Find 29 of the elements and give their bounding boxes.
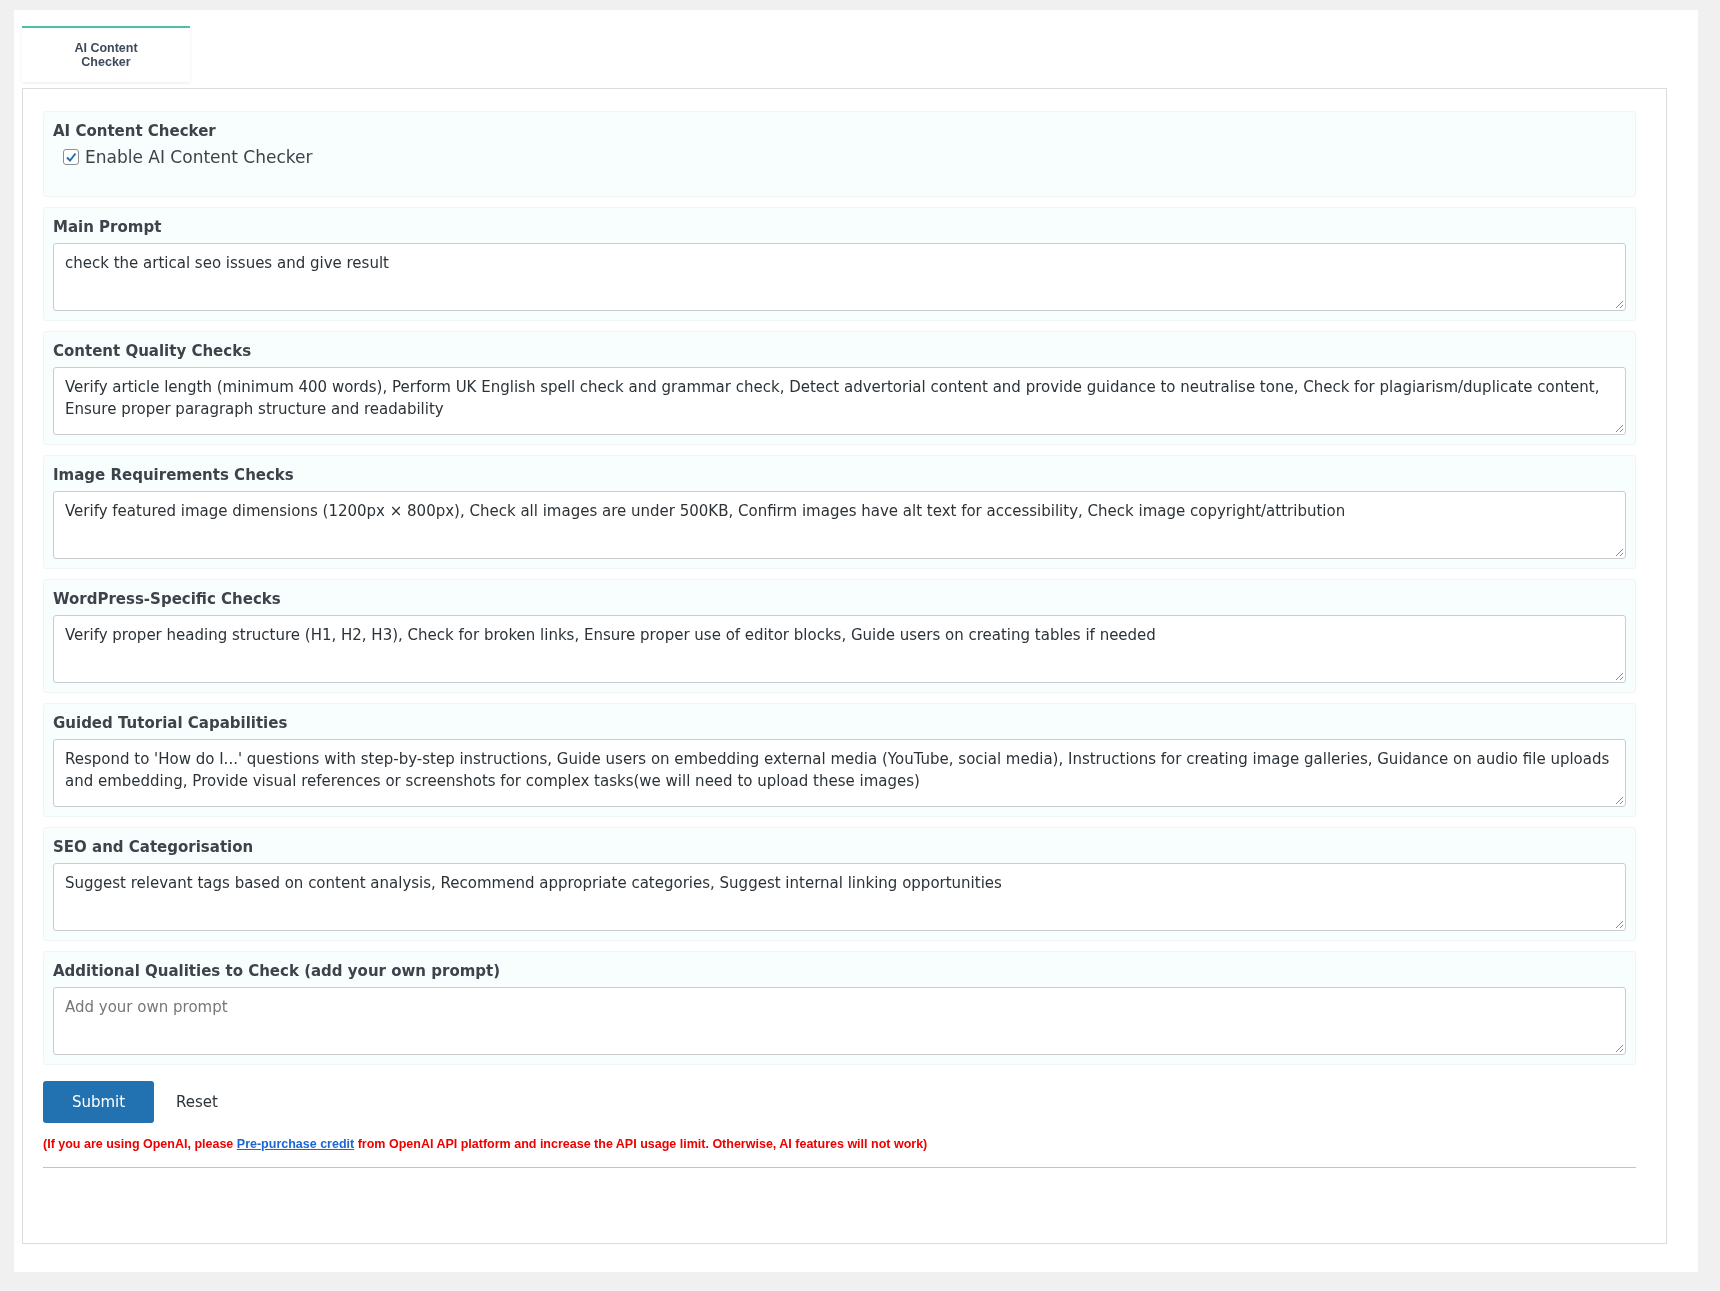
section-title: Additional Qualities to Check (add your own prompt) <box>53 961 502 981</box>
section-title: Content Quality Checks <box>53 341 253 361</box>
enable-checkbox[interactable] <box>63 149 79 165</box>
checkbox-label[interactable]: Enable AI Content Checker <box>85 147 313 167</box>
resize-grip-icon[interactable] <box>1615 1044 1624 1053</box>
prompt-textarea[interactable]: Suggest relevant tags based on content analysis, Recommend appropriate categories, Suggest internal linking opportunities <box>53 863 1626 931</box>
resize-grip-icon[interactable] <box>1615 920 1624 929</box>
section-title: Guided Tutorial Capabilities <box>53 713 289 733</box>
resize-grip-icon[interactable] <box>1615 548 1624 557</box>
section-title: SEO and Categorisation <box>53 837 255 857</box>
section-title: Main Prompt <box>53 217 163 237</box>
prompt-textarea[interactable]: Verify article length (minimum 400 words), Perform UK English spell check and grammar check, Detect advertorial content and provide guidance to neutralise tone, Check for plagiarism/duplicate content, Ensure proper paragraph structure and readability <box>53 367 1626 435</box>
resize-grip-icon[interactable] <box>1615 300 1624 309</box>
prompt-textarea[interactable]: Respond to 'How do I...' questions with step-by-step instructions, Guide users on embedding external media (YouTube, social media), Instructions for creating image galleries, Guidance on audio file uploads and embedding, Provide visual references or screenshots for complex tasks(we will need to upload these images) <box>53 739 1626 807</box>
warning-notice: (If you are using OpenAI, please Pre-purchase credit from OpenAI API platform and increase the API usage limit. Otherwise, AI features will not work) <box>43 1137 929 1151</box>
section-title: AI Content Checker <box>53 121 217 141</box>
submit-button[interactable]: Submit <box>43 1081 154 1123</box>
prompt-textarea[interactable]: Add your own prompt <box>53 987 1626 1055</box>
resize-grip-icon[interactable] <box>1615 672 1624 681</box>
tab[interactable]: AI Content Checker <box>22 26 190 82</box>
prompt-textarea[interactable]: Verify featured image dimensions (1200px × 800px), Check all images are under 500KB, Confirm images have alt text for accessibility, Check image copyright/attribution <box>53 491 1626 559</box>
section-title: Image Requirements Checks <box>53 465 295 485</box>
resize-grip-icon[interactable] <box>1615 796 1624 805</box>
resize-grip-icon[interactable] <box>1615 424 1624 433</box>
prompt-textarea[interactable]: check the artical seo issues and give result <box>53 243 1626 311</box>
prompt-textarea[interactable]: Verify proper heading structure (H1, H2, H3), Check for broken links, Ensure proper use of editor blocks, Guide users on creating tables if needed <box>53 615 1626 683</box>
reset-button[interactable]: Reset <box>172 1089 222 1115</box>
section-title: WordPress-Specific Checks <box>53 589 282 609</box>
pre-purchase-link[interactable]: Pre-purchase credit <box>236 1137 355 1151</box>
